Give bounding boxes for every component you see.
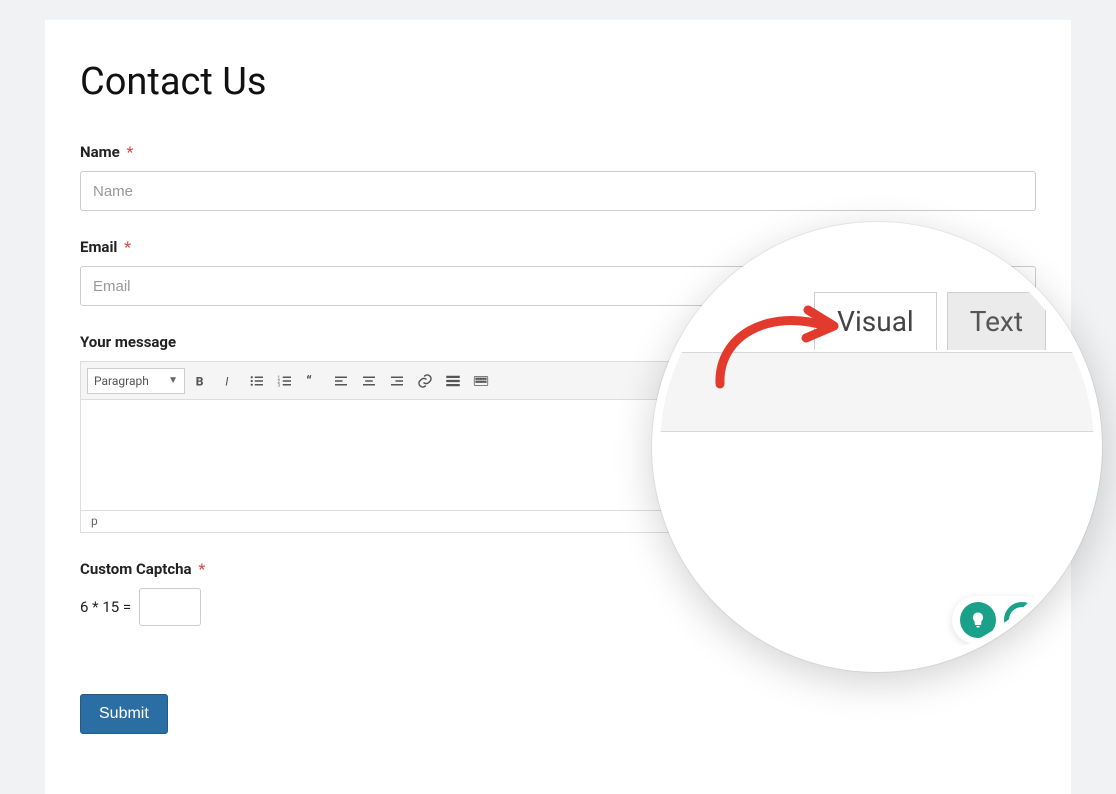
name-label-text: Name xyxy=(80,143,120,161)
bulleted-list-button[interactable] xyxy=(245,369,269,393)
email-label-text: Email xyxy=(80,238,117,256)
editor-tabs-zoomed: Visual Text xyxy=(814,292,1046,350)
tab-text[interactable]: Text xyxy=(947,292,1046,350)
name-input[interactable] xyxy=(80,171,1036,211)
blockquote-button[interactable]: “ xyxy=(301,369,325,393)
svg-text:“: “ xyxy=(306,373,312,389)
grammarly-icon[interactable] xyxy=(1004,602,1040,638)
magnifier-overlay: Visual Text xyxy=(652,222,1102,672)
chevron-down-icon: ▼ xyxy=(168,375,178,386)
lightbulb-icon[interactable] xyxy=(960,602,996,638)
align-center-button[interactable] xyxy=(357,369,381,393)
svg-text:B: B xyxy=(196,374,204,388)
tab-visual[interactable]: Visual xyxy=(814,292,937,350)
editor-toolbar-zoomed xyxy=(660,352,1094,432)
italic-button[interactable]: I xyxy=(217,369,241,393)
svg-text:I: I xyxy=(225,374,229,388)
magnifier-content: Visual Text xyxy=(660,230,1094,664)
insert-link-button[interactable] xyxy=(413,369,437,393)
required-star: * xyxy=(124,238,131,256)
submit-button[interactable]: Submit xyxy=(80,694,168,734)
format-select[interactable]: Paragraph ▼ xyxy=(87,368,185,394)
align-right-button[interactable] xyxy=(385,369,409,393)
message-label: Your message xyxy=(80,333,176,351)
format-select-label: Paragraph xyxy=(94,374,149,388)
field-name: Name * xyxy=(80,142,1036,211)
numbered-list-button[interactable]: 123 xyxy=(273,369,297,393)
required-star: * xyxy=(126,143,133,161)
name-label: Name * xyxy=(80,143,133,161)
editor-path: p xyxy=(91,514,98,528)
bold-button[interactable]: B xyxy=(189,369,213,393)
captcha-input[interactable] xyxy=(139,588,201,626)
align-left-button[interactable] xyxy=(329,369,353,393)
required-star: * xyxy=(198,560,205,578)
svg-text:3: 3 xyxy=(278,382,281,388)
captcha-label-text: Custom Captcha xyxy=(80,560,192,578)
floating-action-pill xyxy=(952,596,1048,644)
email-label: Email * xyxy=(80,238,131,256)
captcha-question: 6 * 15 = xyxy=(80,598,131,616)
captcha-label: Custom Captcha * xyxy=(80,560,205,578)
insert-read-more-button[interactable] xyxy=(441,369,465,393)
page-title: Contact Us xyxy=(80,60,1036,104)
toolbar-toggle-button[interactable] xyxy=(469,369,493,393)
